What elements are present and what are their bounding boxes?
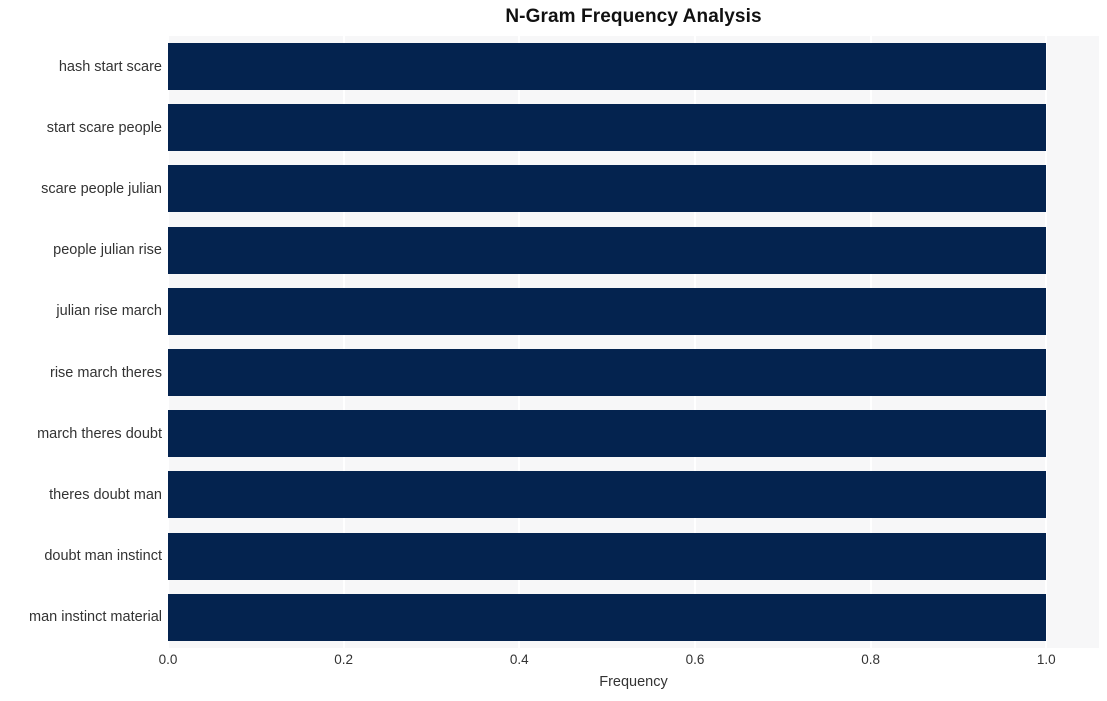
chart-title: N-Gram Frequency Analysis — [505, 6, 762, 27]
y-axis-tick-label: people julian rise — [53, 242, 162, 259]
bar[interactable] — [168, 410, 1047, 458]
y-axis-tick-label: hash start scare — [58, 58, 162, 75]
bar-band — [168, 220, 1099, 281]
bar-band — [168, 587, 1099, 648]
x-axis-tick-label: 0.4 — [509, 652, 529, 667]
x-axis-tick-label: 0.2 — [334, 652, 354, 667]
x-axis-title: Frequency — [599, 674, 668, 690]
bar[interactable] — [168, 287, 1047, 335]
bar[interactable] — [168, 532, 1047, 580]
y-axis-tick-label: doubt man instinct — [44, 548, 162, 565]
plot-area — [168, 36, 1099, 648]
bar-band — [168, 281, 1099, 342]
bar-band — [168, 36, 1099, 97]
bar[interactable] — [168, 43, 1047, 91]
bar-series — [168, 36, 1099, 648]
y-axis-tick-label: julian rise march — [56, 303, 162, 320]
y-axis-tick-label: march theres doubt — [37, 425, 162, 442]
chart-figure: N-Gram Frequency Analysis hash start sca… — [0, 0, 1107, 701]
y-axis-tick-labels: hash start scare start scare people scare … — [0, 36, 162, 648]
bar[interactable] — [168, 104, 1047, 152]
x-axis-tick-labels: 0.0 0.2 0.4 0.6 0.8 1.0 — [0, 652, 1107, 674]
bar[interactable] — [168, 165, 1047, 213]
y-axis-tick-label: start scare people — [46, 119, 162, 136]
x-axis-tick-label: 1.0 — [1036, 652, 1056, 667]
y-axis-tick-label: scare people julian — [41, 181, 162, 197]
bar-band — [168, 97, 1099, 158]
bar-band — [168, 403, 1099, 464]
bar[interactable] — [168, 471, 1047, 519]
x-axis-tick-label: 0.8 — [861, 652, 881, 667]
x-axis-tick-label: 0.6 — [685, 652, 705, 667]
x-axis-tick-label: 0.0 — [158, 652, 178, 667]
y-axis-tick-label: rise march theres — [49, 364, 162, 381]
y-axis-tick-label: man instinct material — [29, 609, 162, 626]
y-axis-tick-label: theres doubt man — [49, 487, 162, 503]
bar-band — [168, 342, 1099, 403]
bar[interactable] — [168, 226, 1047, 274]
bar-band — [168, 158, 1099, 219]
bar-band — [168, 526, 1099, 587]
bar-band — [168, 464, 1099, 525]
bar[interactable] — [168, 593, 1047, 641]
bar[interactable] — [168, 349, 1047, 397]
